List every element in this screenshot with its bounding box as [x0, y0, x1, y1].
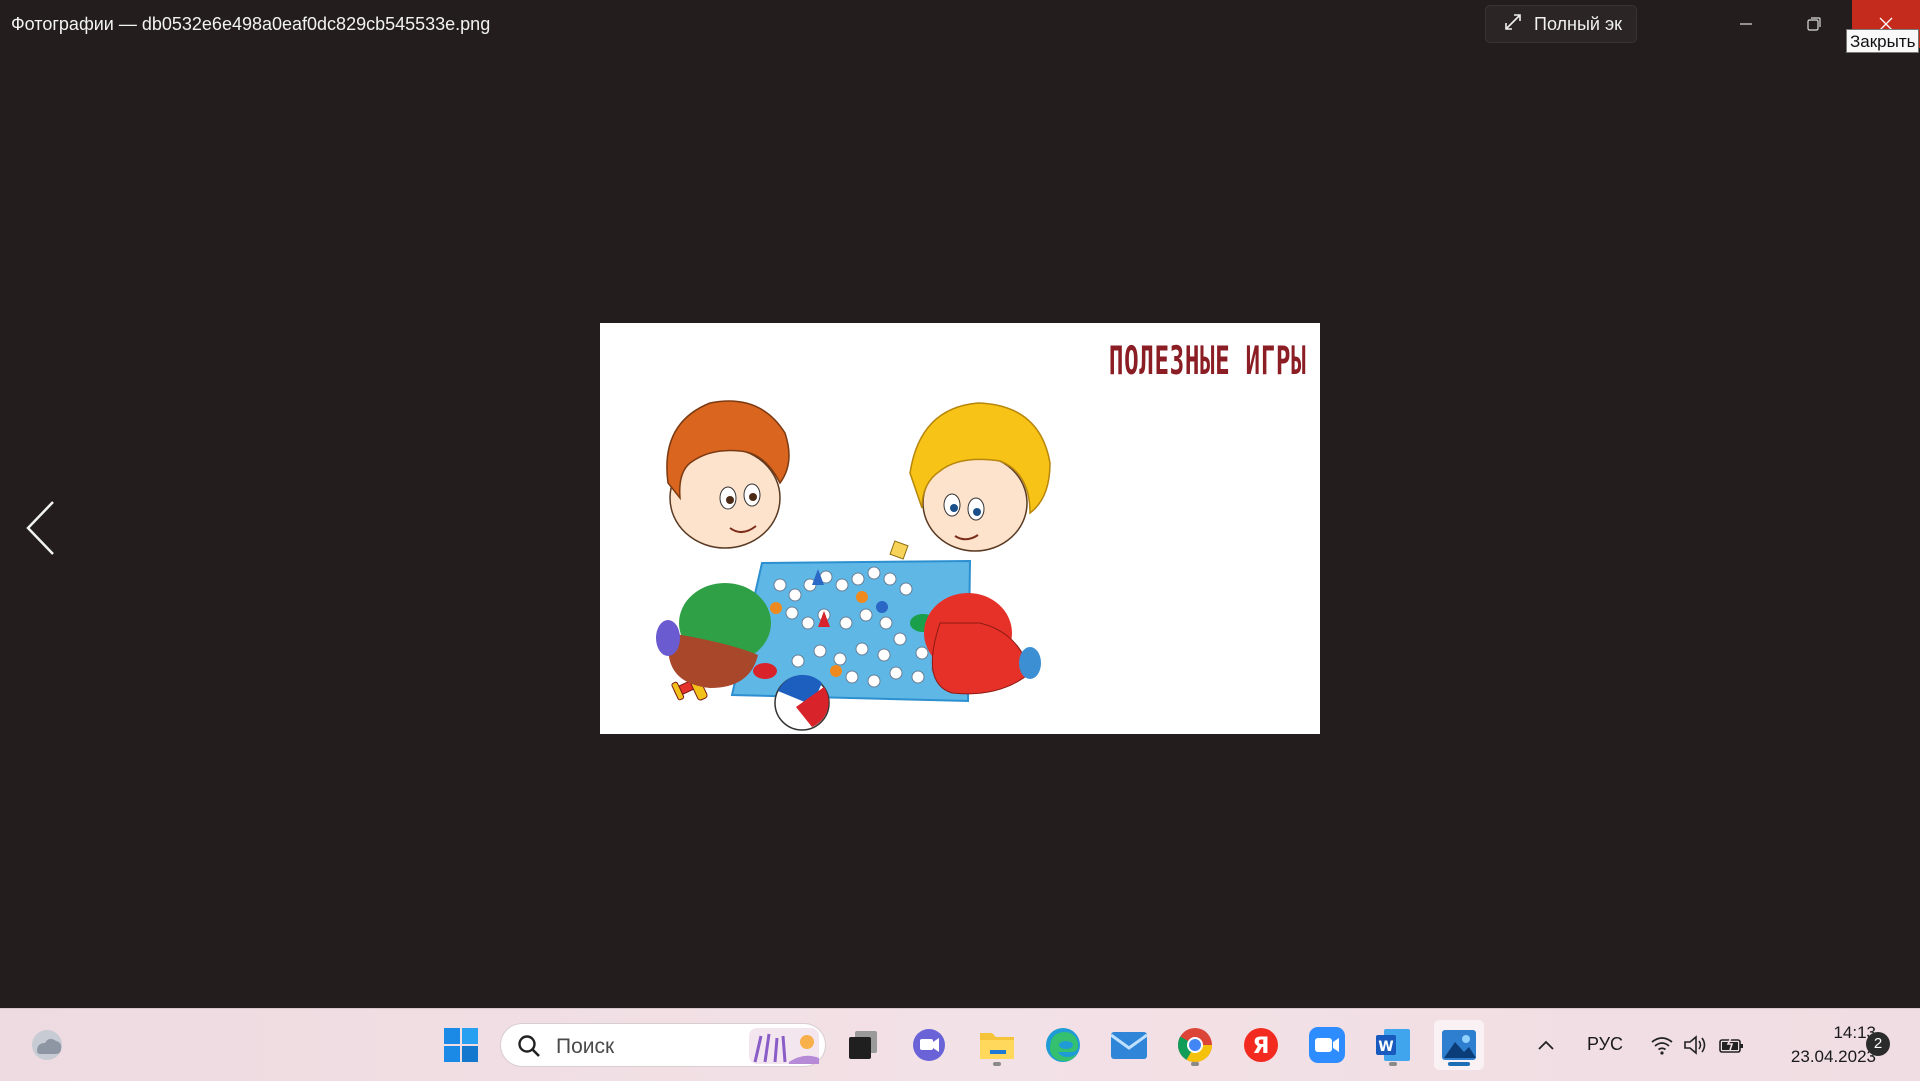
fullscreen-label: Полный эк: [1534, 13, 1623, 34]
teams-chat-button[interactable]: [904, 1020, 954, 1070]
weather-cloud-icon: [32, 1030, 62, 1060]
svg-text:Я: Я: [1253, 1034, 1270, 1059]
running-indicator: [1389, 1062, 1397, 1066]
mail-icon: [1110, 1032, 1148, 1059]
fullscreen-button[interactable]: Полный эк: [1485, 5, 1637, 43]
running-indicator: [1191, 1062, 1199, 1066]
displayed-photo: ПОЛЕЗНЫЕ ИГРЫ: [600, 323, 1320, 734]
show-hidden-icons-button[interactable]: [1520, 1020, 1572, 1070]
svg-text:W: W: [1378, 1039, 1393, 1055]
chrome-button[interactable]: [1170, 1020, 1220, 1070]
yandex-button[interactable]: Я: [1236, 1020, 1286, 1070]
taskbar-search[interactable]: Поиск: [500, 1023, 826, 1067]
children-playing-illustration: [656, 400, 1051, 731]
clock-time: 14:13: [1833, 1023, 1876, 1042]
input-language[interactable]: РУС: [1587, 1034, 1623, 1055]
clock[interactable]: 14:13 23.04.2023: [1760, 1021, 1876, 1069]
speaker-icon: [1684, 1035, 1706, 1055]
lavender-field-icon: [749, 1028, 819, 1064]
clock-date: 23.04.2023: [1790, 1047, 1876, 1066]
chevron-left-icon: [26, 501, 54, 555]
mail-button[interactable]: [1104, 1020, 1154, 1070]
edge-button[interactable]: [1038, 1020, 1088, 1070]
chevron-up-icon: [1538, 1040, 1554, 1050]
photos-icon: [1442, 1030, 1476, 1060]
active-app-indicator: [1448, 1062, 1470, 1066]
search-placeholder: Поиск: [556, 1035, 615, 1058]
notification-badge[interactable]: 2: [1866, 1032, 1890, 1056]
minimize-icon: [1740, 23, 1752, 25]
yandex-icon: Я: [1244, 1028, 1278, 1062]
word-icon: W: [1376, 1029, 1410, 1061]
expand-icon: [1504, 13, 1522, 36]
video-camera-icon: [1309, 1027, 1345, 1063]
chat-icon: [913, 1029, 945, 1061]
previous-photo-button[interactable]: [18, 496, 62, 560]
volume-status[interactable]: [1678, 1020, 1714, 1070]
chrome-icon: [1178, 1028, 1212, 1062]
restore-icon: [1807, 17, 1821, 31]
search-icon: [518, 1035, 540, 1057]
zoom-button[interactable]: [1302, 1020, 1352, 1070]
wifi-status[interactable]: [1644, 1020, 1680, 1070]
battery-charging-icon: [1719, 1035, 1743, 1053]
task-view-icon: [849, 1031, 877, 1059]
edge-browser-icon: [1046, 1028, 1080, 1062]
minimize-button[interactable]: [1712, 0, 1780, 48]
weather-widget[interactable]: [22, 1020, 72, 1070]
close-tooltip: Закрыть: [1846, 29, 1920, 53]
window-title: Фотографии — db0532e6e498a0eaf0dc829cb54…: [11, 14, 491, 34]
taskbar: Поиск Я W РУС 14:13 23.04.2023: [0, 1008, 1920, 1081]
start-button[interactable]: [436, 1020, 486, 1070]
restore-button[interactable]: [1780, 0, 1848, 48]
battery-status[interactable]: [1714, 1020, 1750, 1070]
task-view-button[interactable]: [838, 1020, 888, 1070]
windows-logo-icon: [444, 1028, 478, 1062]
running-indicator: [993, 1062, 1001, 1066]
photos-button[interactable]: [1434, 1020, 1484, 1070]
file-explorer-button[interactable]: [972, 1020, 1022, 1070]
wifi-icon: [1651, 1037, 1673, 1055]
word-button[interactable]: W: [1368, 1020, 1418, 1070]
folder-icon: [980, 1033, 1014, 1059]
title-bar: Фотографии — db0532e6e498a0eaf0dc829cb54…: [0, 0, 1920, 48]
